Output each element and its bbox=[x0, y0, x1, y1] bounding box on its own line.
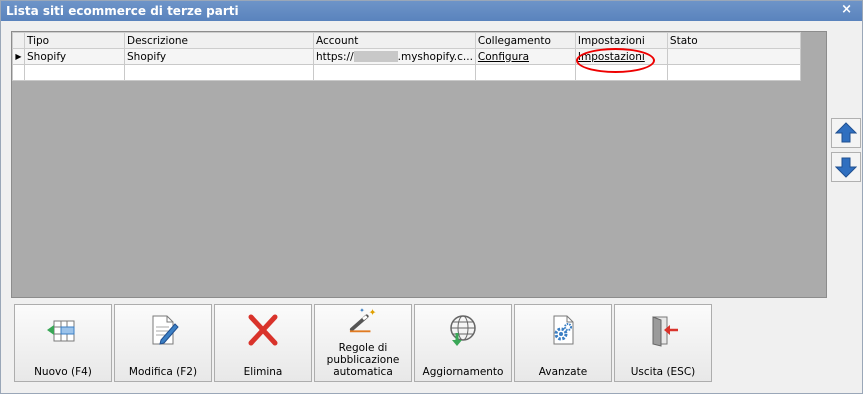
new-row-indicator bbox=[12, 64, 25, 81]
nuovo-label: Nuovo (F4) bbox=[34, 366, 92, 378]
new-cell[interactable] bbox=[124, 64, 314, 81]
redacted-account-block bbox=[353, 51, 398, 62]
sites-table: Tipo Descrizione Account Collegamento Im… bbox=[12, 32, 801, 81]
uscita-label: Uscita (ESC) bbox=[630, 366, 696, 378]
close-icon[interactable]: × bbox=[841, 2, 852, 17]
avanzate-label: Avanzate bbox=[538, 366, 588, 378]
aggiornamento-button[interactable]: Aggiornamento bbox=[414, 304, 512, 382]
cell-tipo[interactable]: Shopify bbox=[24, 48, 125, 65]
gear-document-icon bbox=[553, 315, 574, 345]
cell-stato[interactable] bbox=[666, 48, 801, 65]
impostazioni-link[interactable]: Impostazioni bbox=[578, 51, 645, 63]
globe-download-icon bbox=[450, 315, 476, 346]
column-header-tipo[interactable]: Tipo bbox=[24, 32, 125, 49]
arrow-down-icon bbox=[835, 157, 857, 178]
modifica-button[interactable]: Modifica (F2) bbox=[114, 304, 212, 382]
cell-account[interactable]: https:// .myshopify.c... bbox=[313, 48, 476, 65]
column-header-account[interactable]: Account bbox=[313, 32, 476, 49]
regole-pubblicazione-label: Regole di pubblicazione automatica bbox=[326, 342, 400, 378]
cell-descrizione[interactable]: Shopify bbox=[124, 48, 314, 65]
column-header-impostazioni[interactable]: Impostazioni bbox=[574, 32, 668, 49]
new-cell[interactable] bbox=[666, 64, 801, 81]
elimina-button[interactable]: Elimina bbox=[214, 304, 312, 382]
ecommerce-sites-dialog: Lista siti ecommerce di terze parti × Ti… bbox=[0, 0, 863, 394]
cell-collegamento: Configura bbox=[474, 48, 576, 65]
elimina-label: Elimina bbox=[243, 366, 283, 378]
account-suffix: .myshopify.c... bbox=[397, 50, 473, 63]
move-down-button[interactable] bbox=[831, 152, 861, 182]
new-cell[interactable] bbox=[574, 64, 668, 81]
new-cell[interactable] bbox=[313, 64, 476, 81]
nuovo-button[interactable]: Nuovo (F4) bbox=[14, 304, 112, 382]
account-prefix: https:// bbox=[316, 50, 354, 63]
arrow-up-icon bbox=[835, 122, 857, 143]
sites-grid[interactable]: Tipo Descrizione Account Collegamento Im… bbox=[11, 31, 827, 298]
uscita-button[interactable]: Uscita (ESC) bbox=[614, 304, 712, 382]
configura-link[interactable]: Configura bbox=[478, 51, 529, 63]
move-up-button[interactable] bbox=[831, 118, 861, 148]
svg-text:✦: ✦ bbox=[369, 307, 377, 318]
column-header-stato[interactable]: Stato bbox=[666, 32, 801, 49]
new-cell[interactable] bbox=[24, 64, 125, 81]
window-title: Lista siti ecommerce di terze parti bbox=[6, 4, 239, 18]
edit-document-icon bbox=[152, 315, 179, 345]
row-pointer-icon: ▶ bbox=[12, 48, 25, 65]
magic-wand-icon: ✦ ✦ bbox=[349, 307, 377, 333]
cell-impostazioni: Impostazioni bbox=[574, 48, 668, 65]
column-header-collegamento[interactable]: Collegamento bbox=[474, 32, 576, 49]
table-row[interactable]: ▶ Shopify Shopify https:// .myshopify.c..… bbox=[12, 48, 801, 65]
svg-text:✦: ✦ bbox=[359, 307, 365, 315]
avanzate-button[interactable]: Avanzate bbox=[514, 304, 612, 382]
new-row-icon bbox=[47, 320, 75, 342]
aggiornamento-label: Aggiornamento bbox=[422, 366, 504, 378]
new-row[interactable] bbox=[12, 64, 801, 81]
column-header-descrizione[interactable]: Descrizione bbox=[124, 32, 314, 49]
title-bar: Lista siti ecommerce di terze parti × bbox=[1, 1, 862, 21]
modifica-label: Modifica (F2) bbox=[128, 366, 198, 378]
new-cell[interactable] bbox=[474, 64, 576, 81]
regole-pubblicazione-button[interactable]: ✦ ✦ Regole di pubblicazione automatica bbox=[314, 304, 412, 382]
exit-door-icon bbox=[652, 316, 678, 347]
table-header-row: Tipo Descrizione Account Collegamento Im… bbox=[12, 32, 801, 49]
header-indicator bbox=[12, 32, 25, 49]
delete-x-icon bbox=[248, 314, 278, 346]
